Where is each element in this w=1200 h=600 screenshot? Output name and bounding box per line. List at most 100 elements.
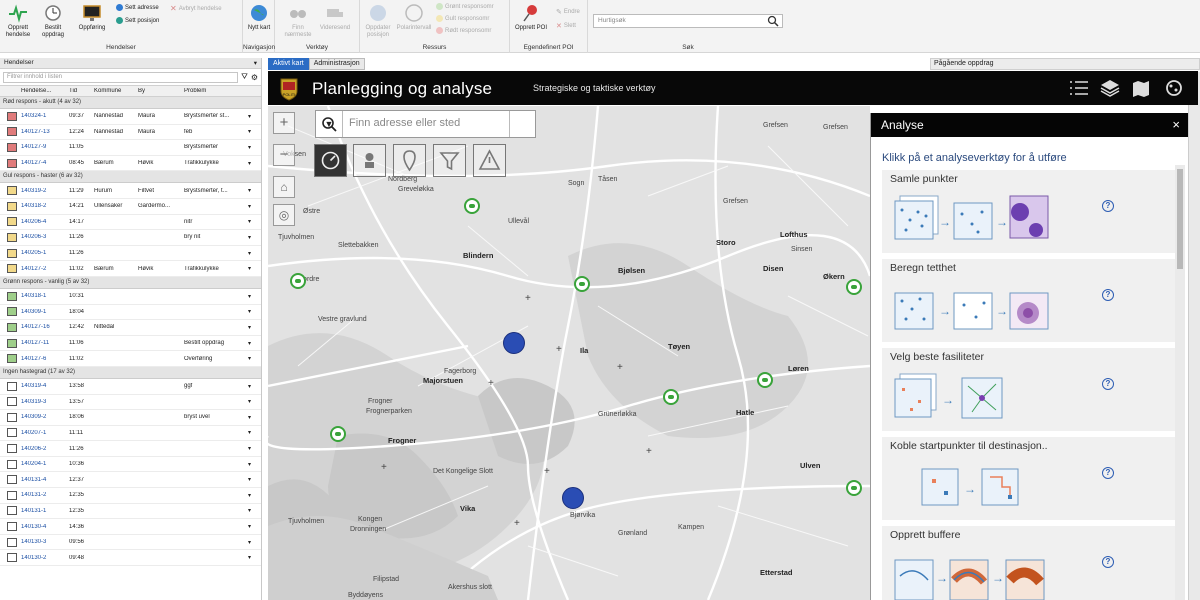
tab-administrasjon[interactable]: Administrasjon	[308, 58, 365, 70]
list-icon[interactable]	[1068, 79, 1090, 97]
event-row[interactable]: 140131-1 12:35 ▾	[0, 504, 261, 520]
endre-button[interactable]: ✎ Endre	[556, 8, 580, 16]
sett-adresse-button[interactable]: Sett adresse	[116, 4, 159, 11]
locate-tool-button[interactable]	[353, 144, 386, 177]
event-id[interactable]: 140206-3	[19, 234, 67, 240]
row-dropdown-icon[interactable]: ▾	[246, 340, 260, 347]
event-row[interactable]: 140309-2 18:06 bryst uvel ▾	[0, 410, 261, 426]
home-button[interactable]: ⌂	[273, 176, 295, 198]
collapse-icon[interactable]: ▾	[254, 59, 257, 67]
event-row[interactable]: 140130-3 09:56 ▾	[0, 535, 261, 551]
event-id[interactable]: 140206-2	[19, 446, 67, 452]
event-id[interactable]: 140319-4	[19, 383, 67, 389]
row-dropdown-icon[interactable]: ▾	[246, 383, 260, 390]
event-id[interactable]: 140127-16	[19, 324, 67, 330]
event-id[interactable]: 140205-1	[19, 250, 67, 256]
event-id[interactable]: 140207-1	[19, 430, 67, 436]
event-id[interactable]: 140131-1	[19, 508, 67, 514]
tool-samle-punkter[interactable]: Samle punkter → → ?	[882, 170, 1175, 253]
filter-tool-button[interactable]	[433, 144, 466, 177]
row-dropdown-icon[interactable]: ▾	[246, 476, 260, 483]
event-row[interactable]: 140127-16 12:42 Nittedal ▾	[0, 320, 261, 336]
row-dropdown-icon[interactable]: ▾	[246, 203, 260, 210]
event-row[interactable]: 140131-2 12:35 ▾	[0, 488, 261, 504]
row-dropdown-icon[interactable]: ▾	[246, 160, 260, 167]
event-id[interactable]: 140127-2	[19, 266, 67, 272]
event-id[interactable]: 140319-2	[19, 188, 67, 194]
quick-search-input[interactable]: Hurtigsøk	[593, 14, 783, 28]
event-id[interactable]: 140130-4	[19, 524, 67, 530]
nytt-kart-button[interactable]: Nytt kart	[245, 3, 273, 32]
tool-beregn-tetthet[interactable]: Beregn tetthet → → ?	[882, 259, 1175, 342]
row-dropdown-icon[interactable]: ▾	[246, 187, 260, 194]
filter-input[interactable]: Filtrer innhold i listen	[3, 71, 239, 83]
event-group-header[interactable]: Ingen hastegrad (17 av 32)	[0, 366, 261, 379]
event-id[interactable]: 140130-3	[19, 539, 67, 545]
col-tid[interactable]: Tid	[67, 88, 92, 94]
event-row[interactable]: 140319-3 13:57 ▾	[0, 395, 261, 411]
help-icon[interactable]: ?	[1102, 378, 1114, 390]
event-row[interactable]: 140206-2 11:26 ▾	[0, 441, 261, 457]
rodt-responsomr-button[interactable]: Rødt responsomr	[436, 27, 491, 34]
address-search-button[interactable]	[322, 111, 535, 137]
row-dropdown-icon[interactable]: ▾	[246, 398, 260, 405]
event-id[interactable]: 140324-1	[19, 113, 67, 119]
row-dropdown-icon[interactable]: ▾	[246, 144, 260, 151]
event-id[interactable]: 140127-6	[19, 356, 67, 362]
zoom-out-button[interactable]: −	[273, 144, 295, 166]
col-hendelse[interactable]: Hendelse...	[19, 88, 67, 94]
opprett-poi-button[interactable]: Opprett POI	[514, 3, 548, 32]
row-dropdown-icon[interactable]: ▾	[246, 355, 260, 362]
sett-posisjon-button[interactable]: Sett posisjon	[116, 17, 159, 24]
event-row[interactable]: 140204-1 10:36 ▾	[0, 457, 261, 473]
row-dropdown-icon[interactable]: ▾	[246, 539, 260, 546]
ambulance-marker[interactable]	[846, 480, 862, 496]
row-dropdown-icon[interactable]: ▾	[246, 308, 260, 315]
event-id[interactable]: 140127-4	[19, 160, 67, 166]
row-dropdown-icon[interactable]: ▾	[246, 293, 260, 300]
right-collapsed-strip[interactable]	[1188, 72, 1200, 600]
ambulance-marker[interactable]	[757, 372, 773, 388]
event-id[interactable]: 140131-2	[19, 492, 67, 498]
help-icon[interactable]: ?	[1102, 289, 1114, 301]
tool-opprett-buffere[interactable]: Opprett buffere → → ?	[882, 526, 1175, 600]
event-row[interactable]: 140127-4 08:45 Bærum Høvik Trafikkulykke ▾	[0, 156, 261, 172]
row-dropdown-icon[interactable]: ▾	[246, 250, 260, 257]
event-row[interactable]: 140319-4 13:58 ggf ▾	[0, 379, 261, 395]
row-dropdown-icon[interactable]: ▾	[246, 507, 260, 514]
settings-icon[interactable]: ⚙	[251, 73, 258, 82]
help-icon[interactable]: ?	[1102, 467, 1114, 479]
ambulance-marker[interactable]	[464, 198, 480, 214]
incident-marker[interactable]	[503, 332, 525, 354]
col-problem[interactable]: Problem	[182, 88, 246, 94]
event-row[interactable]: 140318-2 14:21 Ullensaker Gardermo... ▾	[0, 199, 261, 215]
search-icon[interactable]	[766, 15, 780, 27]
close-icon[interactable]: ×	[1172, 117, 1180, 132]
event-id[interactable]: 140127-9	[19, 144, 67, 150]
zoom-in-button[interactable]: +	[273, 112, 295, 134]
event-id[interactable]: 140130-2	[19, 555, 67, 561]
row-dropdown-icon[interactable]: ▾	[246, 429, 260, 436]
layers-icon[interactable]	[1099, 79, 1121, 97]
event-group-header[interactable]: Gul respons - haster (6 av 32)	[0, 171, 261, 184]
tab-aktivt-kart[interactable]: Aktivt kart	[268, 58, 309, 70]
event-row[interactable]: 140130-4 14:36 ▾	[0, 519, 261, 535]
address-search-input[interactable]: Finn adresse eller sted	[343, 111, 509, 137]
event-row[interactable]: 140207-1 11:11 ▾	[0, 426, 261, 442]
event-row[interactable]: 140127-11 11:06 Bestilt oppdrag ▾	[0, 336, 261, 352]
analysis-scrollbar-thumb[interactable]	[1177, 169, 1183, 269]
row-dropdown-icon[interactable]: ▾	[246, 445, 260, 452]
row-dropdown-icon[interactable]: ▾	[246, 414, 260, 421]
slett-button[interactable]: ✕ Slett	[556, 22, 576, 30]
pagaende-oppdrag-header[interactable]: Pågående oppdrag	[930, 58, 1200, 70]
event-id[interactable]: 140318-2	[19, 203, 67, 209]
videresend-button[interactable]: Videresend	[317, 3, 353, 32]
gront-responsomr-button[interactable]: Grønt responsomr	[436, 3, 494, 10]
event-row[interactable]: 140130-2 09:48 ▾	[0, 550, 261, 567]
ambulance-marker[interactable]	[290, 273, 306, 289]
help-icon[interactable]: ?	[1102, 200, 1114, 212]
event-row[interactable]: 140206-4 14:17 nitr ▾	[0, 215, 261, 231]
ambulance-marker[interactable]	[846, 279, 862, 295]
col-by[interactable]: By	[136, 88, 182, 94]
row-dropdown-icon[interactable]: ▾	[246, 461, 260, 468]
